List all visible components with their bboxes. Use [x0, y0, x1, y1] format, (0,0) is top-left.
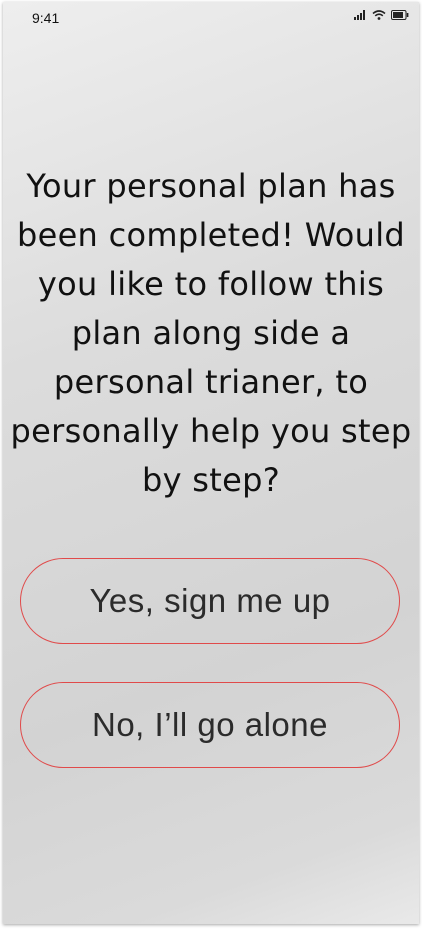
status-time: 9:41	[32, 10, 60, 26]
no-go-alone-button[interactable]: No, I’ll go alone	[20, 682, 400, 768]
phone-screen: 9:41 Your personal plan has been complet…	[3, 2, 419, 924]
no-go-alone-label: No, I’ll go alone	[92, 706, 328, 743]
battery-icon	[391, 10, 409, 20]
yes-sign-up-button[interactable]: Yes, sign me up	[20, 558, 400, 644]
cellular-signal-icon	[354, 10, 367, 20]
yes-sign-up-label: Yes, sign me up	[89, 582, 331, 619]
status-icons	[354, 10, 409, 20]
status-bar: 9:41	[3, 2, 419, 32]
wifi-icon	[372, 10, 386, 20]
plan-complete-question: Your personal plan has been completed! W…	[10, 167, 412, 499]
